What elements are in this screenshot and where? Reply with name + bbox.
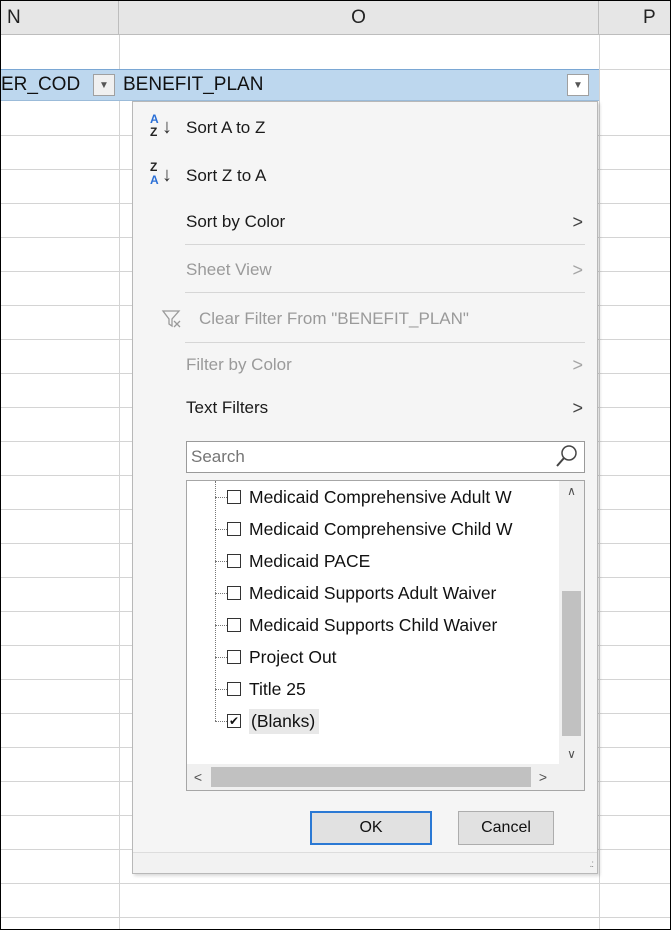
chevron-right-icon: > [572, 354, 583, 375]
menu-item-sort-z-to-a[interactable]: Z A ↓ Sort Z to A [133, 156, 597, 196]
gridline-horizontal [1, 883, 670, 884]
checkbox[interactable] [227, 586, 241, 600]
list-item[interactable]: Title 25 [187, 673, 557, 705]
menu-item-clear-filter: Clear Filter From "BENEFIT_PLAN" [133, 299, 597, 339]
filter-value-list[interactable]: Medicaid Comprehensive Adult W Medicaid … [186, 480, 585, 791]
spreadsheet-window: N O P ER_COD ▼ BENEFIT_PLAN ▼ A Z ↓ Sort… [0, 0, 671, 930]
menu-separator [185, 292, 585, 293]
filter-dropdown-button-o[interactable]: ▼ [567, 74, 589, 96]
list-item[interactable]: Medicaid Supports Adult Waiver [187, 577, 557, 609]
dropdown-arrow-icon: ▼ [99, 79, 109, 91]
checkbox[interactable] [227, 554, 241, 568]
column-letter-o: O [351, 6, 366, 28]
list-item[interactable]: Medicaid Comprehensive Adult W [187, 481, 557, 513]
menu-item-filter-by-color: Filter by Color > [186, 354, 583, 375]
list-item[interactable]: Medicaid Supports Child Waiver [187, 609, 557, 641]
checkmark-icon: ✔ [228, 714, 240, 728]
ok-button[interactable]: OK [310, 811, 432, 845]
scrollbar-thumb[interactable] [562, 591, 581, 736]
checkbox[interactable] [227, 490, 241, 504]
scroll-left-icon[interactable]: < [187, 764, 209, 790]
gridline-horizontal [1, 917, 670, 918]
checkbox[interactable] [227, 618, 241, 632]
scroll-down-icon[interactable]: ∨ [559, 744, 584, 764]
list-item[interactable]: Medicaid Comprehensive Child W [187, 513, 557, 545]
menu-separator [185, 244, 585, 245]
resize-bar: .: [133, 852, 597, 873]
scroll-up-icon[interactable]: ∧ [559, 481, 584, 501]
list-item[interactable]: Project Out [187, 641, 557, 673]
filter-dropdown-button-n[interactable]: ▼ [93, 74, 115, 96]
menu-item-text-filters[interactable]: Text Filters > [133, 388, 597, 428]
scrollbar-thumb[interactable] [211, 767, 531, 787]
magnifier-icon [556, 445, 577, 467]
menu-item-sort-a-to-z[interactable]: A Z ↓ Sort A to Z [133, 108, 597, 148]
dropdown-arrow-icon: ▼ [573, 79, 583, 91]
checkbox[interactable] [227, 650, 241, 664]
resize-grip-icon[interactable]: .: [589, 859, 593, 870]
cell-n-text: ER_COD [1, 74, 81, 95]
vertical-scrollbar[interactable]: ∧ ∨ [559, 481, 584, 764]
search-input[interactable] [186, 441, 585, 473]
sort-ascending-icon: A Z ↓ [150, 112, 172, 139]
cell-n-header[interactable]: ER_COD ▼ [1, 69, 119, 101]
column-header-o[interactable]: O [119, 1, 599, 35]
column-letter-n: N [7, 6, 21, 28]
scroll-right-icon[interactable]: > [532, 764, 554, 790]
checkbox[interactable] [227, 682, 241, 696]
list-item[interactable]: ✔ (Blanks) [187, 705, 557, 737]
cancel-button[interactable]: Cancel [458, 811, 554, 845]
menu-item-sheet-view: Sheet View > [186, 259, 583, 280]
menu-item-sort-by-color[interactable]: Sort by Color > [133, 202, 597, 242]
autofilter-menu: A Z ↓ Sort A to Z Z A ↓ Sort Z to A Sort… [132, 101, 598, 874]
cell-o-text: BENEFIT_PLAN [123, 74, 264, 95]
checkbox[interactable] [227, 522, 241, 536]
list-item[interactable]: Medicaid PACE [187, 545, 557, 577]
column-header-p[interactable]: P [599, 1, 670, 35]
cell-o-header[interactable]: BENEFIT_PLAN ▼ [119, 69, 599, 101]
filter-clear-icon [161, 310, 181, 328]
chevron-right-icon: > [572, 211, 583, 232]
horizontal-scrollbar[interactable]: < > [187, 764, 584, 790]
checkbox-checked[interactable]: ✔ [227, 714, 241, 728]
column-header-n[interactable]: N [1, 1, 119, 35]
sort-descending-icon: Z A ↓ [150, 160, 172, 187]
column-letter-p: P [643, 6, 656, 28]
chevron-right-icon: > [572, 259, 583, 280]
menu-separator [185, 342, 585, 343]
chevron-right-icon: > [572, 397, 583, 418]
